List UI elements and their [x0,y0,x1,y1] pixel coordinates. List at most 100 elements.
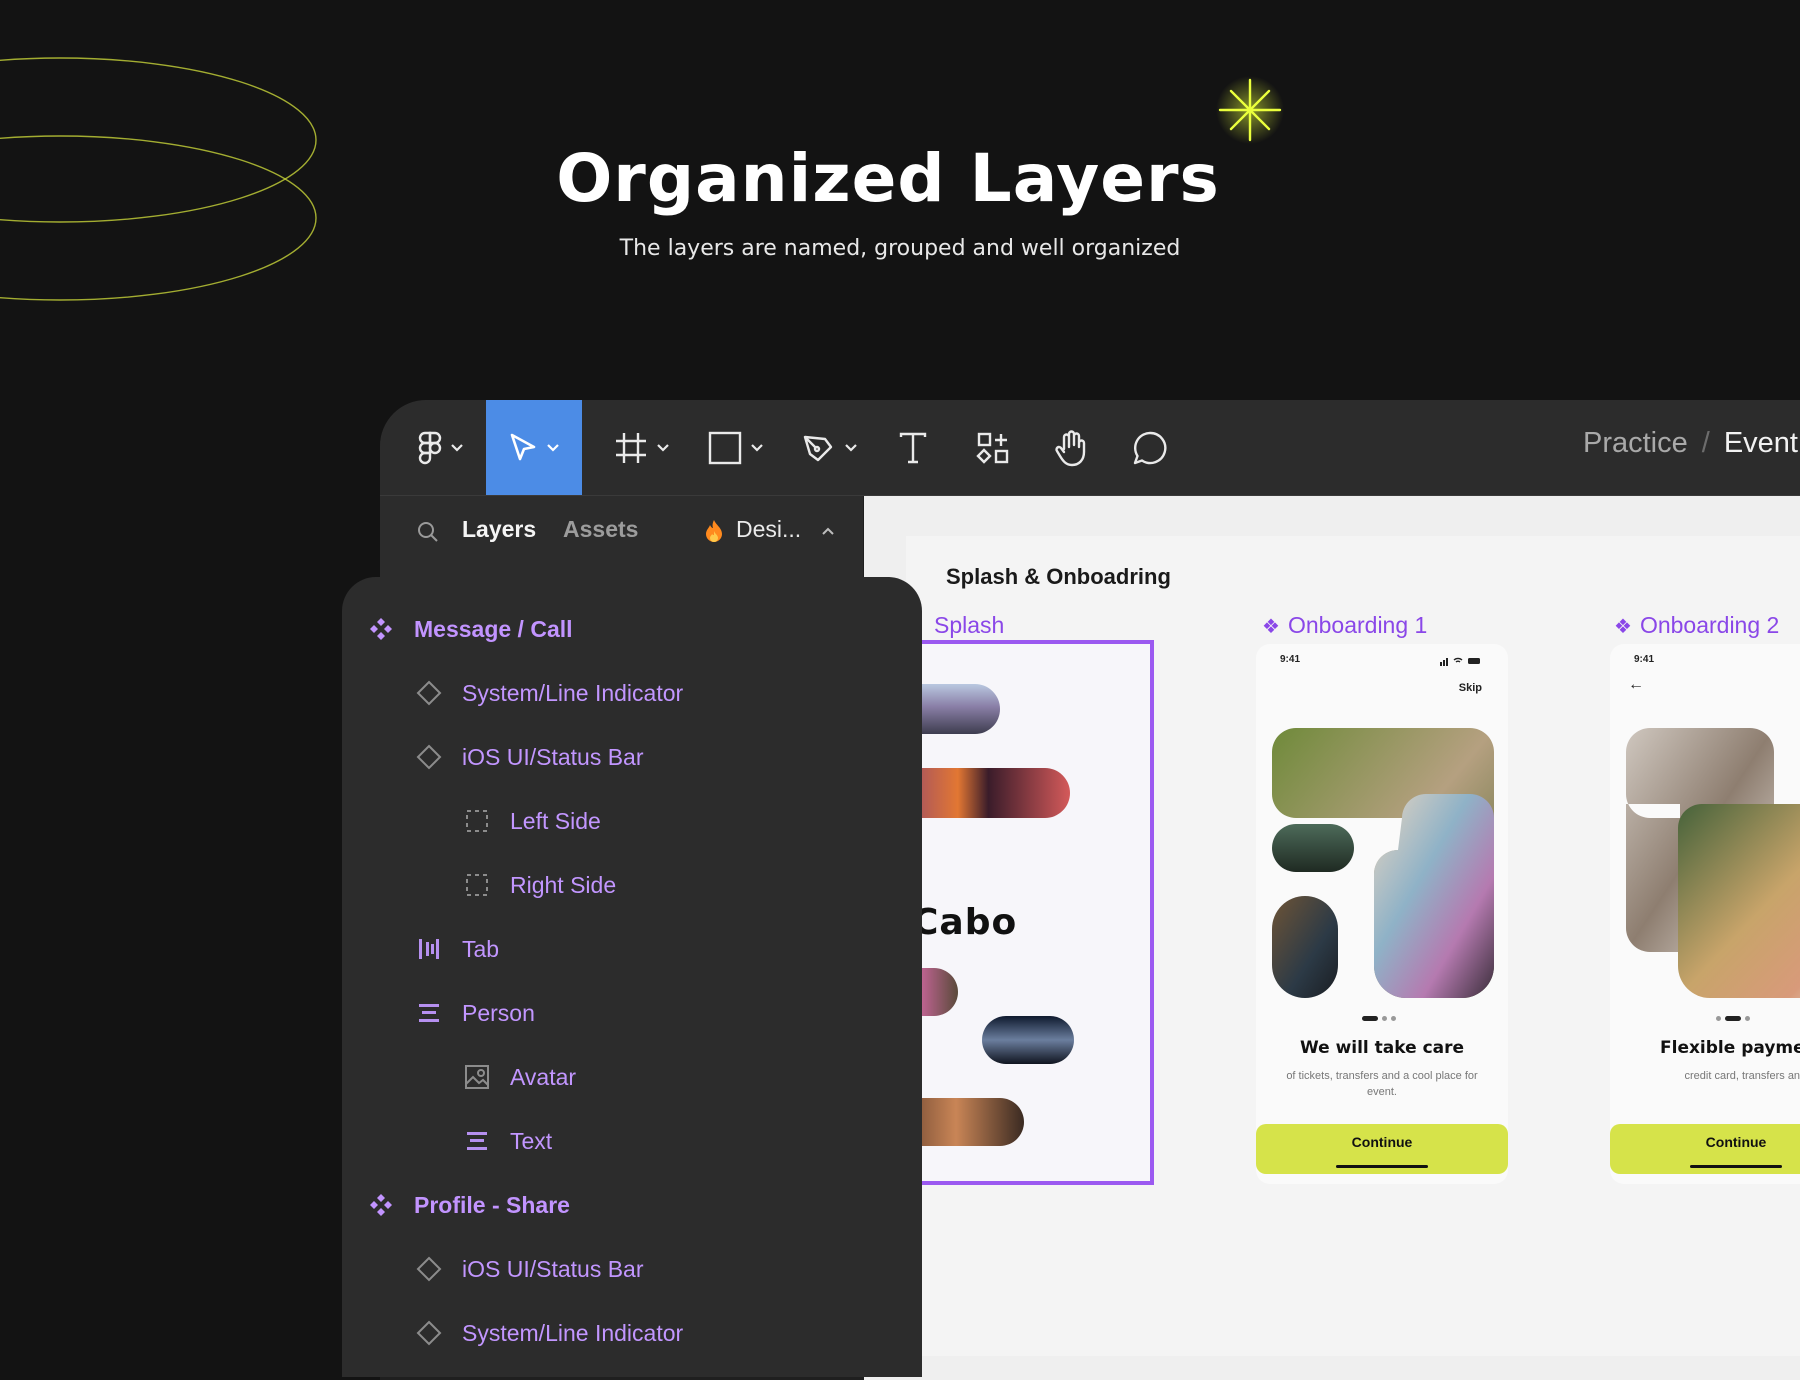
component-icon [366,1190,396,1220]
back-arrow-icon[interactable]: ← [1628,676,1644,694]
layer-name: iOS UI/Status Bar [462,743,644,770]
comment-icon [1133,431,1167,464]
skip-button[interactable]: Skip [1459,682,1482,694]
continue-button-label: Continue [1705,1134,1767,1150]
component-icon: ❖ [1262,616,1280,638]
status-time: 9:41 [1280,654,1301,665]
instance-icon [414,1254,444,1284]
onboarding-1-label-text: Onboarding 1 [1287,612,1428,638]
onboarding-1-collage [1272,728,1494,998]
continue-button[interactable]: Continue [1256,1124,1508,1174]
onboarding-2-collage [1626,728,1800,998]
splash-logo: Cabo [912,902,1018,943]
frame-label-onboarding-1[interactable]: ❖ Onboarding 1 [1262,612,1427,639]
breadcrumb: Practice / Event [1583,427,1798,460]
layer-row[interactable]: iOS UI/Status Bar [414,737,644,777]
continue-button-label: Continue [1351,1134,1413,1150]
layer-row[interactable]: Text [462,1121,552,1161]
layer-name: Avatar [510,1063,577,1090]
autolayout-vertical-icon [462,1126,492,1156]
onboarding-1-frame[interactable]: 9:41 Skip We will take care of tickets, … [1256,644,1508,1184]
layer-row[interactable]: Left Side [462,801,601,841]
onboarding-1-title: We will take care [1299,1038,1465,1058]
instance-icon [414,1318,444,1348]
layer-name: Person [462,999,535,1026]
page-indicator [1362,1016,1396,1021]
tab-assets[interactable]: Assets [563,516,638,543]
layer-row[interactable]: System/Line Indicator [414,673,683,713]
frame-label-splash[interactable]: Splash [934,612,1004,639]
layer-name: System/Line Indicator [462,1319,684,1346]
layer-name: System/Line Indicator [462,679,684,706]
autolayout-vertical-icon [414,998,444,1028]
onboarding-1-description: of tickets, transfers and a cool place f… [1286,1070,1478,1098]
text-tool-button[interactable] [886,400,940,495]
figma-logo-icon [418,431,442,464]
frame-label-onboarding-2[interactable]: ❖ Onboarding 2 [1614,612,1779,639]
layer-row[interactable]: Right Side [462,865,616,905]
breadcrumb-separator: / [1701,427,1710,459]
search-icon[interactable] [416,520,440,544]
home-indicator [1336,1165,1428,1168]
onboarding-2-title: Flexible payme [1660,1038,1800,1058]
chevron-down-icon [451,443,463,452]
rectangle-icon [708,431,742,464]
layer-row[interactable]: Avatar [462,1057,576,1097]
chevron-down-icon [845,443,857,452]
design-canvas[interactable]: Splash & Onboadring Splash ❖ Onboarding 1… [864,496,1800,1380]
layer-row[interactable]: Tab [414,929,499,969]
hand-icon [1055,429,1086,466]
layer-name: Message / Call [414,615,573,642]
chevron-down-icon [547,443,559,452]
onboarding-2-description: credit card, transfers an cryptocurrency… [1684,1070,1800,1082]
frame-icon [616,432,646,463]
component-icon [366,614,396,644]
page-indicator [1716,1016,1750,1021]
page-selector[interactable]: Desi... [736,516,801,543]
toolbar: Practice / Event [380,400,1800,496]
frame-tool-button[interactable] [606,400,678,495]
cursor-icon [510,433,536,460]
resources-tool-button[interactable] [966,400,1020,495]
onboarding-2-frame[interactable]: 9:41 ← Flexible payme credit card, trans… [1610,644,1800,1184]
figma-menu-button[interactable] [406,400,476,495]
layer-name: iOS UI/Status Bar [462,1255,644,1282]
chevron-up-icon[interactable] [821,526,835,536]
layer-name: Right Side [510,871,617,898]
layer-row[interactable]: iOS UI/Status Bar [414,1249,644,1289]
component-icon: ❖ [1614,616,1632,638]
autolayout-horizontal-icon [414,934,444,964]
shape-tool-button[interactable] [700,400,772,495]
hero-subtitle: The layers are named, grouped and well o… [619,236,1181,261]
home-indicator [1690,1165,1782,1168]
layer-row[interactable]: System/Line Indicator [414,1313,683,1353]
chevron-down-icon [657,443,669,452]
status-icons [1440,657,1480,666]
comment-tool-button[interactable] [1122,400,1178,495]
text-icon [899,432,927,463]
image-icon [462,1062,492,1092]
continue-button[interactable]: Continue [1610,1124,1800,1174]
instance-icon [414,678,444,708]
layer-row[interactable]: Person [414,993,535,1033]
layer-row[interactable]: Profile - Share [366,1185,570,1225]
onboarding-2-label-text: Onboarding 2 [1639,612,1780,638]
layer-name: Profile - Share [414,1191,570,1218]
frame-dashed-icon [462,806,492,836]
breadcrumb-file[interactable]: Event [1724,427,1798,459]
hand-tool-button[interactable] [1044,400,1100,495]
layer-name: Tab [462,935,500,962]
layer-name: Left Side [510,807,601,834]
tab-layers[interactable]: Layers [462,516,536,543]
status-time: 9:41 [1634,654,1655,665]
instance-icon [414,742,444,772]
fire-emoji-icon [706,520,722,542]
layer-row[interactable]: Message / Call [366,609,573,649]
section-title: Splash & Onboadring [946,564,1171,589]
left-panel-header: Layers Assets Desi... [380,496,863,586]
breadcrumb-project[interactable]: Practice [1583,427,1688,459]
pen-icon [803,435,833,461]
pen-tool-button[interactable] [794,400,866,495]
move-tool-button[interactable] [486,400,582,495]
splash-label-text: Splash [934,612,1005,638]
